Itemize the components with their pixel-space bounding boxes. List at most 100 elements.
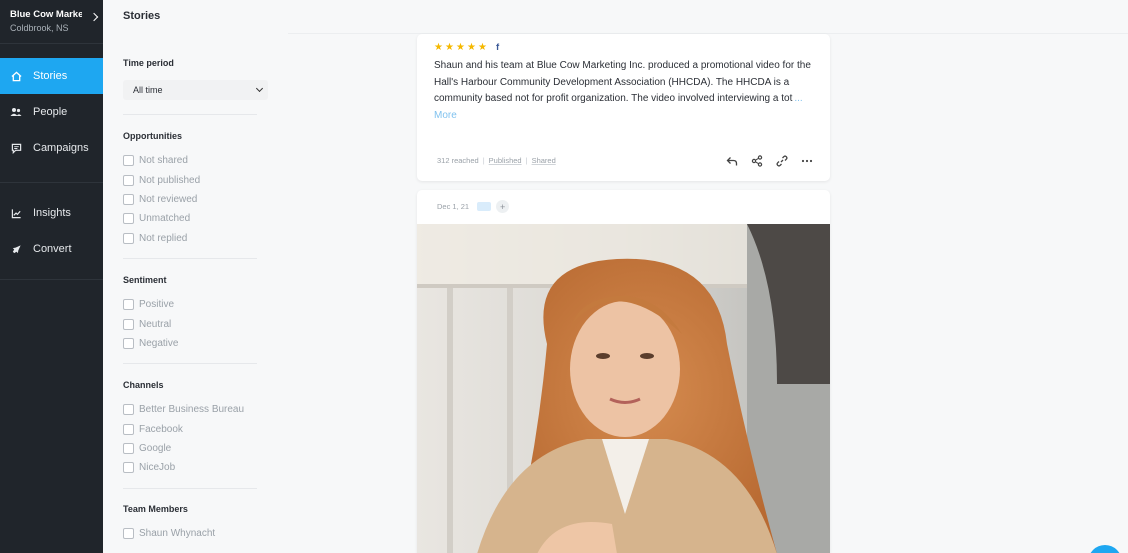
checkbox-label: Not published xyxy=(139,174,201,186)
checkbox[interactable] xyxy=(123,423,134,435)
reached-count: 312 reached xyxy=(437,156,479,165)
nav-item-insights[interactable]: Insights xyxy=(0,195,103,231)
filter-section-title: Channels xyxy=(123,380,164,390)
more-icon[interactable] xyxy=(800,154,814,168)
star-icon: ★ xyxy=(434,42,443,53)
facebook-icon: f xyxy=(496,42,500,53)
nav-item-campaigns[interactable]: Campaigns xyxy=(0,130,103,166)
checkbox-row[interactable]: NiceJob xyxy=(123,458,263,477)
business-name: Blue Cow Marketing Inc. xyxy=(10,9,82,20)
checkbox-row[interactable]: Positive xyxy=(123,295,263,314)
page-title: Stories xyxy=(123,10,161,22)
checkbox[interactable] xyxy=(123,442,134,454)
main-sidebar: Blue Cow Marketing Inc. Coldbrook, NS St… xyxy=(0,0,103,553)
checkbox-label: Not reviewed xyxy=(139,193,198,205)
story-photo[interactable] xyxy=(417,224,830,553)
chevron-right-icon xyxy=(89,12,99,22)
published-status[interactable]: Published xyxy=(489,156,522,165)
star-icon: ★ xyxy=(445,42,454,53)
checkbox-label: Unmatched xyxy=(139,213,191,225)
chat-icon xyxy=(10,142,22,154)
filter-sentiment: Sentiment Positive Neutral Negative xyxy=(123,275,263,353)
star-rating: ★ ★ ★ ★ ★ f xyxy=(434,42,499,53)
checkbox-label: Negative xyxy=(139,337,179,349)
nav-item-label: People xyxy=(33,106,68,118)
shared-status[interactable]: Shared xyxy=(532,156,556,165)
checkbox-label: Google xyxy=(139,442,172,454)
top-header xyxy=(288,0,1128,34)
checkbox[interactable] xyxy=(123,318,134,330)
help-chat-button[interactable] xyxy=(1088,545,1122,553)
filter-divider xyxy=(123,488,257,489)
time-period-select[interactable]: All time xyxy=(123,80,268,100)
filter-divider xyxy=(123,114,257,115)
checkbox[interactable] xyxy=(123,462,134,474)
checkbox-label: Better Business Bureau xyxy=(139,404,245,416)
checkbox-row[interactable]: Not shared xyxy=(123,151,263,170)
link-icon[interactable] xyxy=(775,154,789,168)
time-period-value: All time xyxy=(133,85,163,95)
nav-divider xyxy=(0,279,103,280)
filter-divider xyxy=(123,363,257,364)
nav-item-label: Insights xyxy=(33,207,71,219)
checkbox-label: Positive xyxy=(139,299,175,311)
checkbox[interactable] xyxy=(123,299,134,311)
rocket-icon xyxy=(10,243,22,255)
reply-icon[interactable] xyxy=(725,154,739,168)
checkbox[interactable] xyxy=(123,337,134,349)
checkbox[interactable] xyxy=(123,404,134,416)
story-date: Dec 1, 21 xyxy=(437,202,470,211)
star-icon: ★ xyxy=(478,42,487,53)
nav-item-stories[interactable]: Stories xyxy=(0,58,103,94)
checkbox-row[interactable]: Neutral xyxy=(123,314,263,333)
star-icon: ★ xyxy=(467,42,476,53)
chart-icon xyxy=(10,207,22,219)
nav-item-label: Campaigns xyxy=(33,142,89,154)
filter-section-title: Sentiment xyxy=(123,275,167,285)
star-icon: ★ xyxy=(456,42,465,53)
checkbox[interactable] xyxy=(123,174,134,186)
story-card: ★ ★ ★ ★ ★ f Shaun and his team at Blue C… xyxy=(417,34,830,181)
nav-divider xyxy=(0,182,103,183)
checkbox[interactable] xyxy=(123,213,134,225)
nav-item-people[interactable]: People xyxy=(0,94,103,130)
story-date-row: Dec 1, 21 + xyxy=(437,200,510,213)
channel-tag xyxy=(477,202,492,211)
checkbox-row[interactable]: Google xyxy=(123,439,263,458)
story-meta: 312 reached | Published | Shared xyxy=(437,156,556,165)
nav-item-convert[interactable]: Convert xyxy=(0,231,103,267)
checkbox-row[interactable]: Unmatched xyxy=(123,209,263,228)
nav-item-label: Stories xyxy=(33,70,68,82)
checkbox-label: Facebook xyxy=(139,423,183,435)
checkbox[interactable] xyxy=(123,193,134,205)
people-icon xyxy=(10,106,22,118)
checkbox[interactable] xyxy=(123,155,134,167)
checkbox-row[interactable]: Not reviewed xyxy=(123,190,263,209)
checkbox-label: Neutral xyxy=(139,318,172,330)
checkbox[interactable] xyxy=(123,528,134,540)
portrait-image xyxy=(417,224,830,553)
filter-channels: Channels Better Business Bureau Facebook… xyxy=(123,380,263,478)
filter-opportunities: Opportunities Not shared Not published N… xyxy=(123,131,263,248)
checkbox-label: Not replied xyxy=(139,232,188,244)
checkbox-row[interactable]: Shaun Whynacht xyxy=(123,524,263,543)
add-tag-button[interactable]: + xyxy=(496,200,510,213)
checkbox-row[interactable]: Negative xyxy=(123,334,263,353)
filter-team-members: Team Members Shaun Whynacht xyxy=(123,504,263,543)
share-icon[interactable] xyxy=(750,154,764,168)
story-actions xyxy=(714,154,814,168)
checkbox[interactable] xyxy=(123,232,134,244)
checkbox-label: Not shared xyxy=(139,155,188,167)
review-text: Shaun and his team at Blue Cow Marketing… xyxy=(434,58,814,124)
filter-section-title: Time period xyxy=(123,58,174,68)
checkbox-row[interactable]: Not published xyxy=(123,170,263,189)
checkbox-row[interactable]: Not replied xyxy=(123,229,263,248)
business-switcher[interactable]: Blue Cow Marketing Inc. Coldbrook, NS xyxy=(0,0,103,44)
checkbox-row[interactable]: Better Business Bureau xyxy=(123,400,263,419)
checkbox-row[interactable]: Facebook xyxy=(123,419,263,438)
chevron-down-icon xyxy=(255,84,264,93)
review-body: Shaun and his team at Blue Cow Marketing… xyxy=(434,60,811,104)
filter-section-title: Opportunities xyxy=(123,131,182,141)
business-location: Coldbrook, NS xyxy=(10,23,69,33)
nav-item-label: Convert xyxy=(33,243,72,255)
